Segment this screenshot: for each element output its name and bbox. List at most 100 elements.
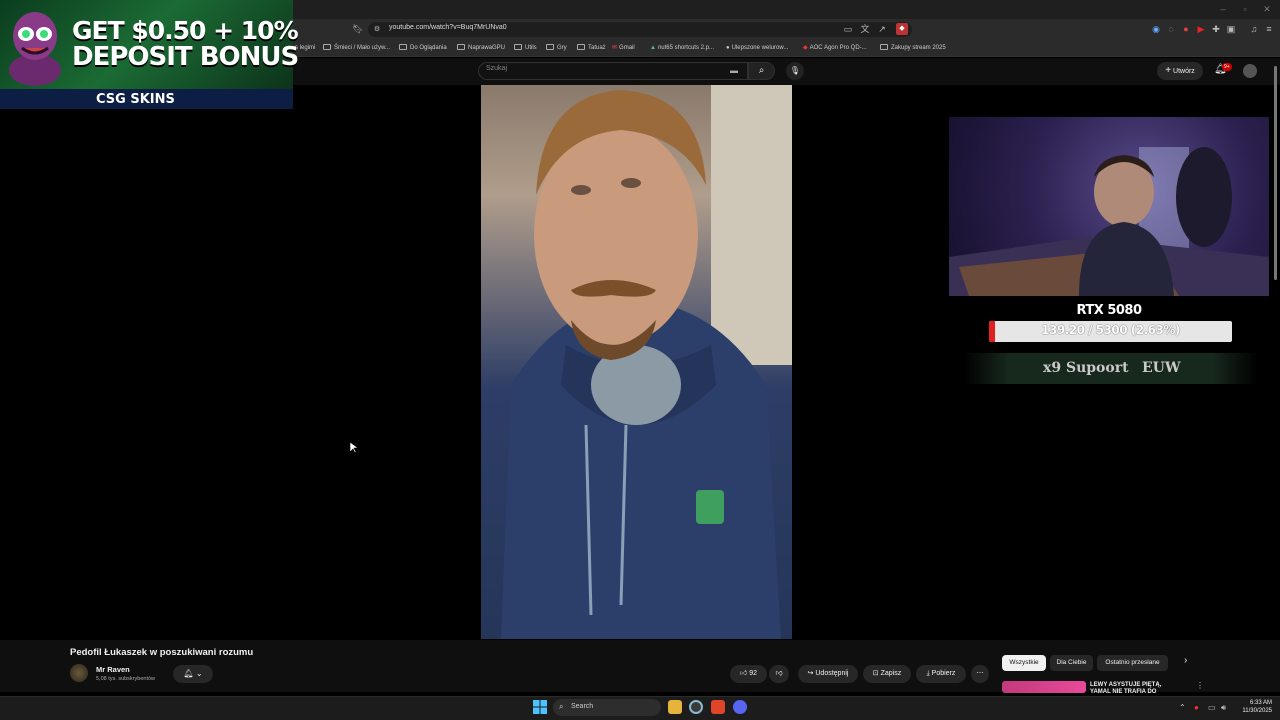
search-input[interactable] (478, 62, 748, 80)
brave-icon[interactable] (711, 700, 725, 714)
bookmark-icon[interactable]: 🔖︎ (352, 23, 364, 35)
chip-recently-uploaded[interactable]: Ostatnio przesłane (1097, 655, 1168, 671)
webcam-feed (949, 117, 1269, 296)
webcam-frame (949, 147, 1269, 296)
clock-time[interactable]: 6:33 AM (1244, 700, 1272, 706)
share-button[interactable]: ↪ Udostępnij (798, 665, 858, 683)
extension-icon[interactable]: ◉ (1150, 23, 1162, 35)
cast-icon[interactable]: ▭ (842, 23, 854, 35)
playlist-icon[interactable]: ♫ (1248, 23, 1260, 35)
minimize-icon[interactable]: – (1212, 3, 1234, 15)
chip-for-you[interactable]: Dla Ciebie (1050, 655, 1093, 671)
create-button[interactable]: + Utwórz (1157, 62, 1203, 80)
keyboard-icon[interactable]: ▬ (730, 66, 738, 75)
subscription-notifications-button[interactable]: 🔔︎ ⌄ (173, 665, 213, 683)
bookmark-item[interactable]: ◆ AOC Agon Pro QD-... (803, 42, 867, 54)
video-player[interactable] (481, 85, 792, 639)
folder-icon (457, 44, 465, 50)
sidebar-icon[interactable]: ▣ (1225, 23, 1237, 35)
like-button[interactable]: 👍︎ 92 (730, 665, 767, 683)
mascot-image (9, 12, 61, 86)
avatar[interactable] (1243, 64, 1257, 78)
translate-icon[interactable]: 文 (859, 23, 871, 35)
bookmark-item[interactable]: ● Ulepszone welurow... (726, 42, 788, 54)
search-button[interactable]: ⌕ (748, 62, 775, 80)
menu-icon[interactable]: ≡ (1263, 23, 1275, 35)
bookmark-item[interactable]: Zakupy stream 2025 (880, 42, 946, 54)
gmail-icon: ✉ (612, 45, 618, 51)
extension-icon[interactable]: ▶ (1195, 23, 1207, 35)
bookmark-item[interactable]: ✉ Gmail (612, 42, 635, 54)
thumbs-down-icon: 👎︎ (775, 670, 783, 677)
video-title: Pedofil Łukaszek w poszukiwani rozumu (70, 647, 254, 658)
bookmark-item[interactable]: Gry (546, 42, 567, 54)
taskbar-search-label: Search (571, 703, 594, 710)
bookmark-item[interactable]: NaprawaGPU (457, 42, 505, 54)
bookmark-item[interactable]: Śmieci / Mało używ... (323, 42, 390, 54)
file-explorer-icon[interactable] (668, 700, 682, 714)
brave-shield-icon[interactable]: ◆ (896, 23, 908, 35)
video-frame (501, 85, 792, 639)
chevron-down-icon: ⌄ (195, 669, 203, 678)
download-icon: ⤓ (926, 670, 930, 677)
thumbs-up-icon: 👍︎ (739, 670, 748, 677)
mouse-cursor-icon (350, 442, 358, 454)
goal-title: RTX 5080 (1076, 303, 1142, 318)
folder-icon (577, 44, 585, 50)
chrome-icon[interactable] (689, 700, 703, 714)
promo-brand: CSG SKINS (96, 92, 175, 107)
promo-headline: GET $0.50 + 10% (72, 16, 299, 45)
folder-icon (546, 44, 554, 50)
folder-icon (323, 44, 331, 50)
discord-icon[interactable] (733, 700, 747, 714)
region-label: EUW (1142, 360, 1181, 376)
url-text[interactable]: youtube.com/watch?v=Buq7MrUNva0 (389, 24, 507, 31)
chip-all[interactable]: Wszystkie (1002, 655, 1046, 671)
dislike-button[interactable]: 👎︎ (769, 665, 789, 683)
close-icon[interactable]: ✕ (1256, 3, 1278, 15)
extension-icon[interactable]: ◌ (1165, 23, 1177, 35)
site-info-icon[interactable]: ⚙︎ (371, 24, 383, 36)
scrollbar-thumb[interactable] (1274, 66, 1277, 280)
plus-icon: + (1165, 65, 1172, 76)
clock-date[interactable]: 11/30/2025 (1238, 708, 1272, 714)
share-icon: ↪ (807, 670, 814, 677)
recommendation-title[interactable]: LEWY ASYSTUJE PIĘTĄ, YAMAL NIE TRAFIA DO (1090, 682, 1180, 696)
bookmark-item[interactable]: Do Oglądania (399, 42, 447, 54)
more-icon: ⋯ (976, 670, 984, 677)
more-vert-icon[interactable]: ⋮ (1196, 681, 1204, 690)
mic-icon: 🎙︎ (789, 66, 801, 75)
channel-name[interactable]: Mr Raven (96, 665, 130, 674)
promo-subheadline: DEPOSIT BONUS (72, 42, 299, 72)
role-label: x9 Supoort (1043, 360, 1129, 376)
share-page-icon[interactable]: ↗ (876, 23, 888, 35)
bell-icon: 🔔︎ (183, 669, 194, 678)
save-icon: ⊡ (872, 670, 879, 677)
folder-icon (880, 44, 888, 50)
site-icon: ● (726, 45, 730, 51)
extension-icon[interactable]: ● (1180, 23, 1192, 35)
recommendation-thumbnail[interactable] (1002, 681, 1086, 693)
bookmark-item[interactable]: Utils (514, 42, 537, 54)
extensions-puzzle-icon[interactable]: ✚ (1210, 23, 1222, 35)
goal-progress-text: 139.20 / 5300 (2.63%) (1041, 323, 1180, 337)
more-actions-button[interactable]: ⋯ (971, 665, 989, 683)
bookmark-item[interactable]: Tatuaż (577, 42, 606, 54)
save-button[interactable]: ⊡ Zapisz (863, 665, 911, 683)
channel-avatar[interactable] (70, 664, 88, 682)
download-button[interactable]: ⤓ Pobierz (916, 665, 966, 683)
maximize-icon[interactable]: ▫ (1234, 3, 1256, 15)
windows-start-icon[interactable] (533, 700, 547, 714)
voice-search-button[interactable]: 🎙︎ (786, 62, 804, 80)
taskbar-search[interactable] (553, 699, 661, 716)
mic-icon[interactable]: ● (1194, 703, 1199, 712)
site-icon: ◆ (803, 45, 808, 51)
bookmark-item[interactable]: ▲ nut65 shortcuts 2.p... (650, 42, 714, 54)
chevron-up-icon[interactable]: ⌃ (1179, 703, 1186, 712)
chevron-right-icon[interactable]: › (1184, 655, 1187, 666)
network-icon[interactable]: ▭ (1208, 703, 1216, 712)
drive-icon: ▲ (650, 45, 656, 51)
search-icon: ⌕ (559, 702, 564, 711)
volume-icon[interactable]: 🔊︎ (1221, 703, 1226, 713)
notifications-badge: 9+ (1222, 63, 1232, 71)
